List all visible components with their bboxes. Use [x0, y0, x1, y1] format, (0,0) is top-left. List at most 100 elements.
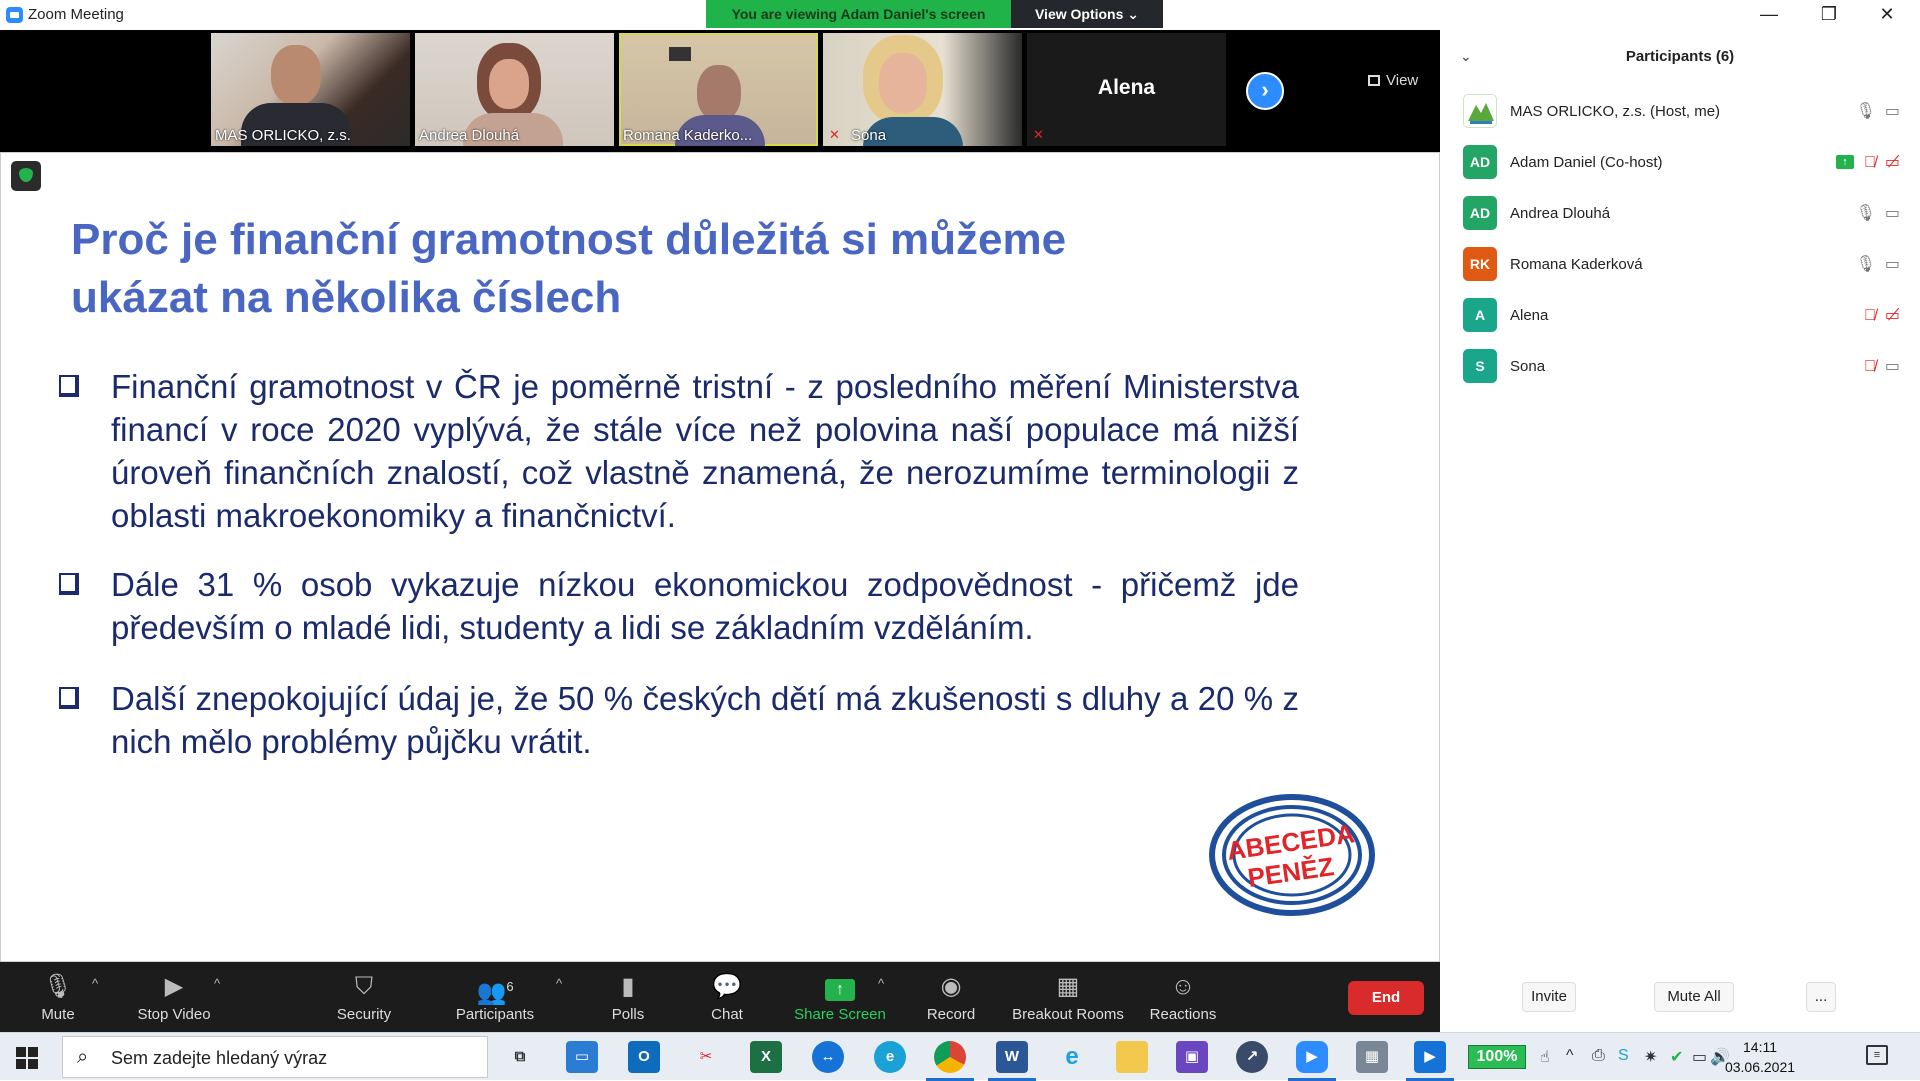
participants-icon: 👥6: [476, 979, 514, 1006]
edge-icon[interactable]: e: [874, 1041, 906, 1073]
video-tile[interactable]: ✕ Sona: [823, 33, 1022, 146]
restore-button[interactable]: ❐: [1800, 0, 1858, 30]
video-camera-icon[interactable]: ▭: [1885, 205, 1900, 222]
word-icon[interactable]: W: [988, 1041, 1036, 1081]
microphone-icon[interactable]: 🎙: [1856, 103, 1876, 120]
file-explorer-icon[interactable]: [1116, 1041, 1148, 1073]
video-off-icon[interactable]: ▭̸: [1885, 154, 1900, 171]
security-button[interactable]: ⛉ Security: [328, 962, 400, 1032]
participant-row[interactable]: RK Romana Kaderková 🎙 ▭: [1440, 239, 1920, 290]
outlook-icon[interactable]: O: [628, 1041, 660, 1073]
participant-row[interactable]: S Sona 🎙̸ ▭: [1440, 341, 1920, 392]
more-options-button[interactable]: ...: [1806, 982, 1836, 1012]
participant-video: [697, 65, 741, 121]
window-title: Zoom Meeting: [28, 6, 124, 23]
video-tile[interactable]: MAS ORLICKO, z.s.: [211, 33, 410, 146]
chrome-icon[interactable]: [926, 1041, 974, 1081]
taskbar-clock[interactable]: 14:11 03.06.2021: [1720, 1037, 1800, 1077]
record-button[interactable]: ◉ Record: [922, 962, 980, 1032]
participants-count: 6: [506, 979, 514, 994]
taskbar-search-input[interactable]: ⌕ Sem zadejte hledaný výraz: [62, 1036, 488, 1078]
abeceda-penez-logo: ABECEDA PENĚZ: [1209, 794, 1375, 916]
view-button[interactable]: View: [1368, 72, 1418, 89]
muted-microphone-icon[interactable]: 🎙̸: [1864, 358, 1876, 375]
app-tray-icon[interactable]: ✷: [1644, 1047, 1657, 1067]
participant-status: 🎙̸ ▭̸: [1864, 305, 1900, 325]
microphone-icon[interactable]: 🎙: [1856, 205, 1876, 222]
snipping-tool-icon[interactable]: ✂: [690, 1041, 722, 1073]
teamviewer-icon[interactable]: ↔: [812, 1041, 844, 1073]
search-icon: ⌕: [77, 1046, 89, 1068]
video-off-icon[interactable]: ▭̸: [1885, 307, 1900, 324]
participant-row[interactable]: MAS ORLICKO, z.s. (Host, me) 🎙 ▭: [1440, 86, 1920, 137]
video-options-chevron-icon[interactable]: ^: [214, 976, 220, 991]
muted-microphone-icon[interactable]: 🎙̸: [1864, 307, 1876, 324]
viewing-screen-banner: You are viewing Adam Daniel's screen: [706, 0, 1011, 28]
skype-icon[interactable]: S: [1618, 1047, 1629, 1065]
sync-icon[interactable]: ✔: [1670, 1047, 1683, 1067]
share-screen-button[interactable]: ↑ Share Screen: [790, 962, 890, 1032]
audio-options-chevron-icon[interactable]: ^: [92, 976, 98, 991]
bar-chart-icon: ▮: [621, 973, 635, 1000]
shared-screen: Proč je finanční gramotnost důležitá si …: [0, 152, 1440, 962]
windows-start-icon[interactable]: [16, 1047, 38, 1069]
participant-status: 🎙 ▭: [1856, 203, 1900, 223]
chat-bubble-icon: 💬: [712, 973, 742, 1000]
shield-icon: ⛉: [355, 973, 373, 1000]
zoom-taskbar-icon[interactable]: ▶: [1288, 1041, 1336, 1081]
excel-icon[interactable]: X: [750, 1041, 782, 1073]
next-page-arrow-icon[interactable]: ›: [1246, 72, 1284, 110]
encryption-shield-icon[interactable]: [11, 161, 41, 191]
participants-button[interactable]: 👥6 Participants: [452, 962, 538, 1032]
mute-button[interactable]: 🎙 Mute: [30, 962, 86, 1032]
participants-options-chevron-icon[interactable]: ^: [556, 976, 562, 991]
view-options-button[interactable]: View Options ⌄: [1011, 0, 1163, 28]
participant-name: Andrea Dlouhá: [1510, 205, 1611, 222]
end-meeting-button[interactable]: End: [1348, 981, 1424, 1015]
remote-desktop-icon[interactable]: ▭: [566, 1041, 598, 1073]
battery-indicator[interactable]: 100%: [1468, 1045, 1526, 1069]
participant-row[interactable]: AD Adam Daniel (Co-host) ↑ 🎙̸ ▭̸: [1440, 137, 1920, 188]
close-button[interactable]: ✕: [1858, 0, 1916, 30]
internet-explorer-icon[interactable]: e: [1056, 1041, 1088, 1073]
task-view-icon[interactable]: ⧉: [504, 1041, 536, 1073]
participant-status: ↑ 🎙̸ ▭̸: [1835, 152, 1900, 172]
slide-title: Proč je finanční gramotnost důležitá si …: [71, 215, 1067, 322]
participant-row[interactable]: AD Andrea Dlouhá 🎙 ▭: [1440, 188, 1920, 239]
media-player-icon[interactable]: ▶: [1406, 1041, 1454, 1081]
checkbox-bullet-icon: [59, 573, 79, 595]
video-camera-icon[interactable]: ▭: [1885, 103, 1900, 120]
mute-all-button[interactable]: Mute All: [1654, 982, 1734, 1012]
microphone-icon[interactable]: 🎙: [1856, 256, 1876, 273]
stop-video-button[interactable]: ▶ Stop Video: [132, 962, 216, 1032]
touch-icon[interactable]: ☝: [1540, 1047, 1550, 1067]
participant-status: 🎙̸ ▭: [1864, 356, 1900, 376]
breakout-rooms-button[interactable]: ▦ Breakout Rooms: [1008, 962, 1128, 1032]
muted-microphone-icon[interactable]: 🎙̸: [1864, 154, 1876, 171]
video-tile-active-speaker[interactable]: Romana Kaderko...: [619, 33, 818, 146]
calculator-icon[interactable]: ▦: [1356, 1041, 1388, 1073]
reactions-button[interactable]: ☺ Reactions: [1146, 962, 1220, 1032]
video-camera-icon[interactable]: ▭: [1885, 256, 1900, 273]
organization-logo-icon: [1468, 103, 1494, 124]
video-tile[interactable]: Andrea Dlouhá: [415, 33, 614, 146]
bullet-text: Dále 31 % osob vykazuje nízkou ekonomick…: [111, 566, 1299, 646]
notifications-icon[interactable]: ≡: [1866, 1045, 1888, 1065]
tile-name: Alena: [1097, 76, 1156, 99]
chevron-up-icon[interactable]: ^: [1566, 1047, 1574, 1065]
minimize-button[interactable]: —: [1740, 0, 1798, 30]
muted-mic-icon: ✕: [829, 127, 840, 142]
screen-sharing-icon: ↑: [1835, 155, 1854, 169]
video-camera-icon[interactable]: ▭: [1885, 358, 1900, 375]
polls-button[interactable]: ▮ Polls: [604, 962, 652, 1032]
network-icon[interactable]: ▭: [1692, 1047, 1707, 1067]
meet-now-icon[interactable]: ⎙: [1592, 1047, 1605, 1065]
video-tile[interactable]: Alena ✕: [1027, 33, 1226, 146]
tile-name: Andrea Dlouhá: [419, 127, 520, 144]
invite-button[interactable]: Invite: [1522, 982, 1576, 1012]
compass-app-icon[interactable]: ↗: [1236, 1041, 1268, 1073]
participant-row[interactable]: A Alena 🎙̸ ▭̸: [1440, 290, 1920, 341]
save-disk-icon[interactable]: ▣: [1176, 1041, 1208, 1073]
chat-button[interactable]: 💬 Chat: [702, 962, 752, 1032]
share-options-chevron-icon[interactable]: ^: [878, 976, 884, 991]
